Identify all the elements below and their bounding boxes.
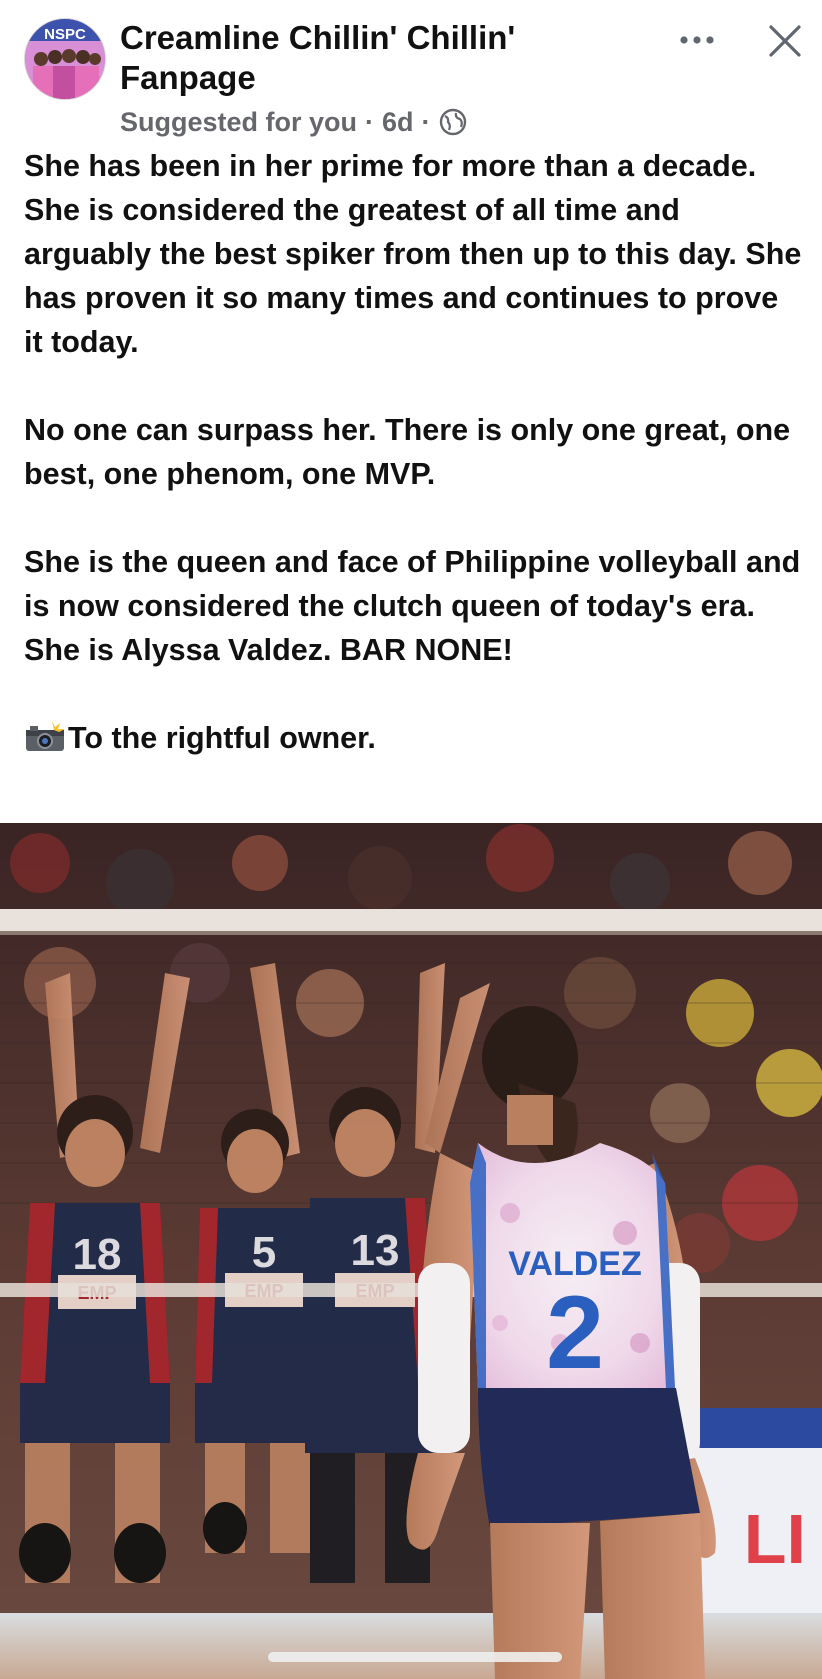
opponent-number: 13 — [351, 1226, 400, 1275]
post-paragraph: She has been in her prime for more than … — [24, 149, 802, 359]
arm-sleeve-left — [418, 1263, 470, 1453]
more-options-button[interactable] — [672, 20, 722, 60]
net-top-band — [0, 909, 822, 931]
close-post-button[interactable] — [760, 16, 810, 66]
volleyball-photo: EMP 18 EMP 5 — [0, 823, 822, 1679]
post-header: NSPC Creamline Chillin' Chillin' Fanpage… — [0, 0, 822, 145]
post-photo[interactable]: EMP 18 EMP 5 — [0, 823, 822, 1679]
credit-text: To the rightful owner. — [68, 721, 376, 755]
banner-text: LI — [744, 1500, 806, 1578]
camera-flash-icon — [26, 721, 65, 751]
post-paragraph: She is the queen and face of Philippine … — [24, 545, 801, 667]
post-body: She has been in her prime for more than … — [24, 144, 804, 760]
opponent-number: 5 — [252, 1228, 276, 1277]
meta-separator: · — [365, 106, 375, 137]
avatar-image: NSPC — [25, 19, 105, 99]
home-indicator[interactable] — [268, 1652, 562, 1662]
post-paragraph: No one can surpass her. There is only on… — [24, 413, 791, 491]
page-name[interactable]: Creamline Chillin' Chillin' Fanpage — [120, 18, 620, 98]
post-age[interactable]: 6d — [382, 107, 414, 138]
globe-icon — [439, 108, 466, 136]
close-icon — [769, 25, 801, 57]
jersey-number: 2 — [546, 1275, 604, 1391]
suggested-label: Suggested for you — [120, 106, 358, 137]
post-meta: Suggested for you · 6d · — [120, 104, 467, 140]
ellipsis-icon — [680, 36, 714, 44]
photo-credit: To the rightful owner. — [24, 716, 804, 760]
opponent-number: 18 — [73, 1230, 122, 1279]
meta-separator: · — [421, 106, 431, 137]
avatar-text: NSPC — [44, 26, 86, 43]
page-avatar[interactable]: NSPC — [24, 18, 106, 100]
